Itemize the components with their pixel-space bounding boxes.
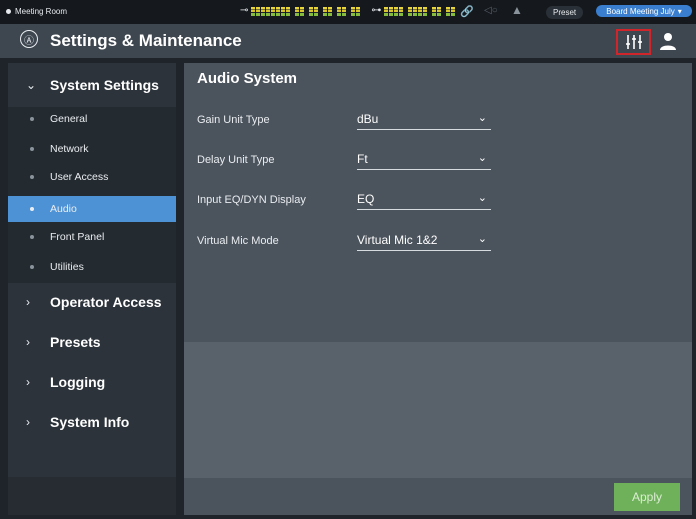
sidebar-item-network[interactable]: Network — [8, 137, 176, 161]
output-meter-group: ⊶ — [371, 5, 456, 16]
bullet-icon — [30, 175, 34, 179]
output-level-icon: ⊶ — [371, 5, 382, 16]
chevron-down-icon: ⌄ — [477, 112, 487, 124]
preset-label: Preset — [546, 6, 584, 19]
sidebar-item-general[interactable]: General — [8, 107, 176, 131]
chevron-right-icon: › — [26, 335, 30, 349]
chevron-right-icon: › — [26, 375, 30, 389]
panel-title: Audio System — [197, 70, 298, 87]
sidebar-item-user-access[interactable]: User Access — [8, 165, 176, 189]
sidebar-section-presets[interactable]: › Presets — [8, 332, 176, 352]
input-meter-group: ⊸ — [240, 5, 361, 16]
logo-glyph: Ⓐ — [24, 35, 34, 47]
link-icon[interactable]: 🔗 — [460, 5, 474, 18]
mixer-settings-button[interactable] — [616, 29, 651, 55]
select-value: Virtual Mic 1&2 — [357, 233, 438, 247]
sidebar-item-label: User Access — [50, 171, 109, 183]
input-eq-dyn-display-select[interactable]: EQ ⌄ — [357, 191, 491, 210]
sidebar-item-utilities[interactable]: Utilities — [8, 255, 176, 279]
level-meters: ⊸ ⊶ — [240, 5, 456, 16]
room-status-dot — [6, 9, 11, 14]
brand-logo-icon: Ⓐ — [20, 30, 38, 48]
sidebar-section-system-info[interactable]: › System Info — [8, 412, 176, 432]
sidebar-item-front-panel[interactable]: Front Panel — [8, 225, 176, 249]
bullet-icon — [30, 235, 34, 239]
sidebar-section-label: Logging — [50, 374, 106, 390]
output-meter — [384, 6, 456, 16]
sidebar-item-label: Audio — [50, 203, 77, 215]
sidebar-section-operator-access[interactable]: › Operator Access — [8, 292, 176, 312]
chevron-right-icon: › — [26, 415, 30, 429]
virtual-mic-mode-label: Virtual Mic Mode — [197, 235, 279, 247]
sidebar-item-label: Front Panel — [50, 231, 105, 243]
sidebar-section-system-settings[interactable]: ⌄ System Settings — [8, 75, 176, 95]
apply-button[interactable]: Apply — [614, 483, 680, 511]
delay-unit-type-select[interactable]: Ft ⌄ — [357, 151, 491, 170]
sidebar-item-label: Network — [50, 143, 89, 155]
signal-off-icon: ◁○ — [484, 5, 498, 16]
input-eq-dyn-display-label: Input EQ/DYN Display — [197, 194, 306, 206]
chevron-down-icon: ⌄ — [477, 233, 487, 245]
virtual-mic-mode-select[interactable]: Virtual Mic 1&2 ⌄ — [357, 232, 491, 251]
sidebar: ⌄ System Settings General Network User A… — [8, 63, 176, 515]
sidebar-item-label: General — [50, 113, 88, 125]
bullet-icon — [30, 265, 34, 269]
input-meter — [251, 6, 361, 16]
sidebar-footer — [8, 477, 176, 515]
input-level-icon: ⊸ — [240, 5, 249, 16]
app-window: Meeting Room ⊸ ⊶ 🔗 ◁○ ▲ Preset Board Mee… — [0, 0, 696, 519]
warning-icon[interactable]: ▲ — [511, 3, 523, 17]
chevron-down-icon: ▾ — [677, 6, 682, 16]
preset-dropdown[interactable]: Board Meeting July ▾ — [596, 5, 692, 17]
sidebar-item-label: Utilities — [50, 261, 84, 273]
room-name: Meeting Room — [15, 7, 68, 16]
chevron-down-icon: ⌄ — [26, 78, 37, 92]
sidebar-item-audio[interactable]: Audio — [8, 196, 176, 222]
room-indicator: Meeting Room — [6, 7, 67, 16]
preset-name: Board Meeting July — [606, 6, 675, 16]
status-bar: Meeting Room ⊸ ⊶ 🔗 ◁○ ▲ Preset Board Mee… — [0, 0, 696, 24]
sidebar-section-label: System Settings — [50, 77, 159, 93]
select-value: dBu — [357, 112, 379, 126]
bullet-icon — [30, 117, 34, 121]
chevron-down-icon: ⌄ — [477, 192, 487, 204]
panel-empty-area — [184, 342, 692, 478]
delay-unit-type-label: Delay Unit Type — [197, 154, 275, 166]
page-title: Settings & Maintenance — [50, 31, 242, 50]
chevron-down-icon: ⌄ — [477, 152, 487, 164]
bullet-icon — [30, 207, 34, 211]
sidebar-section-label: Operator Access — [50, 294, 162, 310]
sidebar-section-label: System Info — [50, 414, 130, 430]
sidebar-section-logging[interactable]: › Logging — [8, 372, 176, 392]
sidebar-section-label: Presets — [50, 334, 101, 350]
select-value: EQ — [357, 192, 375, 206]
sliders-icon — [625, 35, 642, 49]
gain-unit-type-label: Gain Unit Type — [197, 114, 270, 126]
bullet-icon — [30, 147, 34, 151]
gain-unit-type-select[interactable]: dBu ⌄ — [357, 111, 491, 130]
user-icon[interactable] — [658, 31, 678, 51]
chevron-right-icon: › — [26, 295, 30, 309]
select-value: Ft — [357, 152, 368, 166]
